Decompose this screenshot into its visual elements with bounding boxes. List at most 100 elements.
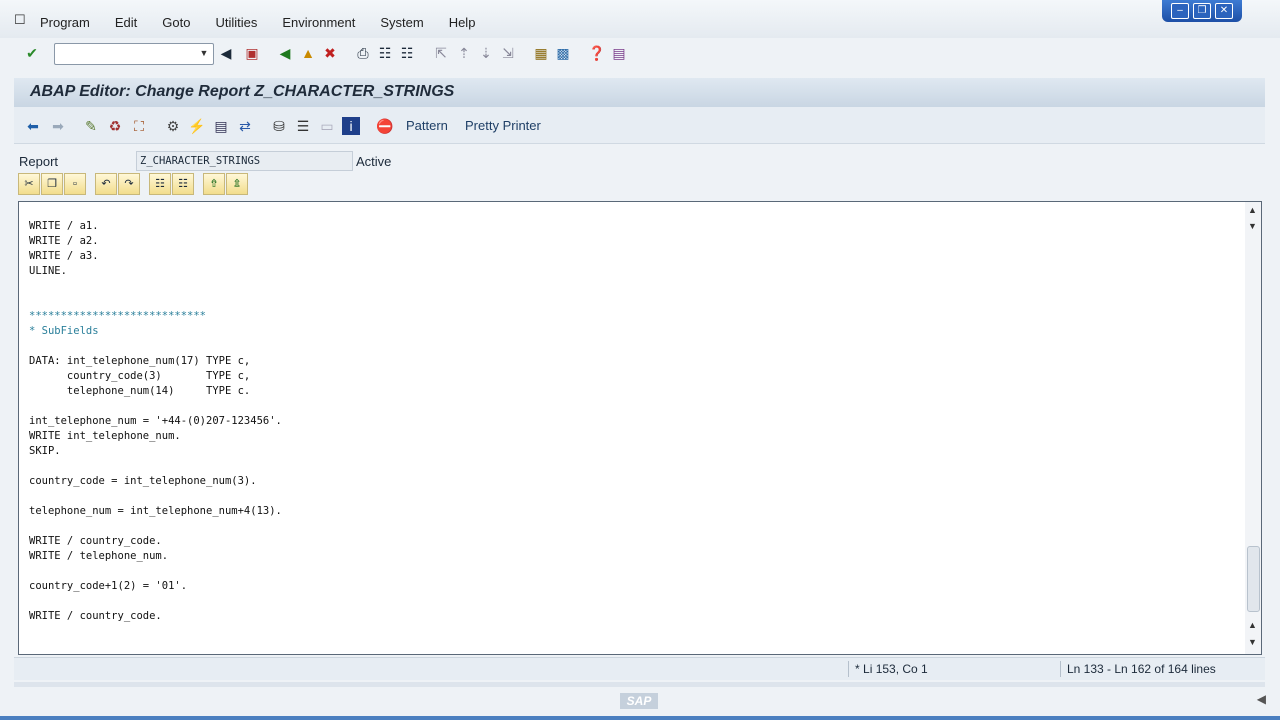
cut-icon[interactable]: ✂ <box>18 173 40 195</box>
find-icon[interactable]: ☷ <box>376 44 394 62</box>
menu-environment[interactable]: Environment <box>282 15 355 30</box>
code-line: country_code = int_telephone_num(3). <box>29 475 257 487</box>
forward-arrow-icon[interactable]: ➡ <box>49 117 67 135</box>
code-line: telephone_num(14) TYPE c. <box>29 385 251 397</box>
copy-icon[interactable]: ❐ <box>41 173 63 195</box>
code-line: int_telephone_num = '+44-(0)207-123456'. <box>29 415 282 427</box>
code-line: WRITE int_telephone_num. <box>29 430 181 442</box>
restore-icon[interactable]: ❐ <box>1193 3 1211 19</box>
redo-icon[interactable]: ↷ <box>118 173 140 195</box>
code-comment-line: * SubFields <box>29 325 99 337</box>
command-field-toggle-icon[interactable]: ◀ <box>217 44 235 62</box>
menu-utilities[interactable]: Utilities <box>215 15 257 30</box>
help-icon[interactable]: ❓ <box>588 44 606 62</box>
undo-icon[interactable]: ↶ <box>95 173 117 195</box>
scroll-up-bottom-icon[interactable]: ▲ <box>1248 620 1257 630</box>
create-session-icon[interactable]: ▦ <box>532 44 550 62</box>
back-arrow-icon[interactable]: ⬅ <box>24 117 42 135</box>
info-icon[interactable]: i <box>342 117 360 135</box>
print-icon[interactable]: ⎙ <box>354 44 372 62</box>
navigation-icon[interactable]: ⇄ <box>236 117 254 135</box>
modified-marker: * <box>855 662 860 676</box>
paste-icon[interactable]: ▫ <box>64 173 86 195</box>
chevron-down-icon[interactable]: ▼ <box>197 46 211 60</box>
menu-goto[interactable]: Goto <box>162 15 190 30</box>
where-used-icon[interactable]: ▤ <box>212 117 230 135</box>
scroll-down-top-icon[interactable]: ▼ <box>1248 221 1257 231</box>
previous-page-icon[interactable]: ⇡ <box>455 44 473 62</box>
first-page-icon[interactable]: ⇱ <box>432 44 450 62</box>
code-comment-line: **************************** <box>29 310 207 322</box>
line-range: Ln 133 - Ln 162 of 164 lines <box>1060 661 1267 677</box>
enter-check-icon[interactable]: ✔ <box>23 44 41 62</box>
find-replace-icon[interactable]: ☷ <box>149 173 171 195</box>
last-page-icon[interactable]: ⇲ <box>499 44 517 62</box>
display-change-icon[interactable]: ✎ <box>82 117 100 135</box>
code-line: WRITE / country_code. <box>29 535 162 547</box>
menu-list: Program Edit Goto Utilities Environment … <box>40 15 500 30</box>
save-icon[interactable]: ▣ <box>243 44 261 62</box>
test-icon[interactable]: ⚡ <box>188 117 206 135</box>
separator <box>14 682 1265 687</box>
code-line: SKIP. <box>29 445 61 457</box>
scroll-up-top-icon[interactable]: ▲ <box>1248 205 1257 215</box>
sap-status-bar: SAP ◀ <box>0 688 1280 720</box>
code-line: ULINE. <box>29 265 67 277</box>
next-page-icon[interactable]: ⇣ <box>477 44 495 62</box>
cursor-position: * Li 153, Co 1 <box>848 661 1067 677</box>
editor-status-bar: * Li 153, Co 1 Ln 133 - Ln 162 of 164 li… <box>14 657 1265 680</box>
menu-edit[interactable]: Edit <box>115 15 137 30</box>
cancel-icon[interactable]: ✖ <box>321 44 339 62</box>
code-editor[interactable]: WRITE / a1. WRITE / a2. WRITE / a3. ULINE. … <box>18 201 1262 655</box>
code-area[interactable]: WRITE / a1. WRITE / a2. WRITE / a3. ULINE. … <box>29 204 282 654</box>
navigation-window-icon[interactable]: ☰ <box>294 117 312 135</box>
status-expand-icon[interactable]: ◀ <box>1257 692 1266 706</box>
create-shortcut-icon[interactable]: ▩ <box>554 44 572 62</box>
cursor-position-text: Li 153, Co 1 <box>863 662 928 676</box>
code-line: WRITE / country_code. <box>29 610 162 622</box>
code-line: country_code+1(2) = '01'. <box>29 580 188 592</box>
find-next-icon[interactable]: ☷ <box>398 44 416 62</box>
activate-icon[interactable]: ⚙ <box>164 117 182 135</box>
window-controls: – ❐ ✕ <box>1162 0 1242 22</box>
page-title: ABAP Editor: Change Report Z_CHARACTER_S… <box>30 83 455 100</box>
command-field[interactable]: ▼ <box>54 43 214 65</box>
check-syntax-icon[interactable]: ⛶ <box>130 117 148 135</box>
layout-menu-icon[interactable]: ▤ <box>610 44 628 62</box>
screen-title-bar: ABAP Editor: Change Report Z_CHARACTER_S… <box>14 78 1265 108</box>
scroll-down-bottom-icon[interactable]: ▼ <box>1248 637 1257 647</box>
sap-logo: SAP <box>620 693 658 709</box>
code-line: telephone_num = int_telephone_num+4(13). <box>29 505 282 517</box>
pattern-button[interactable]: Pattern <box>406 118 448 133</box>
menu-system[interactable]: System <box>380 15 423 30</box>
close-icon[interactable]: ✕ <box>1215 3 1233 19</box>
menu-help[interactable]: Help <box>449 15 476 30</box>
code-line: country_code(3) TYPE c, <box>29 370 251 382</box>
scrollbar-thumb[interactable] <box>1247 546 1260 612</box>
fullscreen-icon[interactable]: ▭ <box>318 117 336 135</box>
download-icon[interactable]: ⇭ <box>226 173 248 195</box>
system-menu-icon[interactable]: ☐ <box>14 12 26 28</box>
report-name-field[interactable]: Z_CHARACTER_STRINGS <box>136 151 353 171</box>
menu-bar: ☐ Program Edit Goto Utilities Environmen… <box>0 0 1280 39</box>
stop-icon[interactable]: ⛔ <box>376 117 394 135</box>
upload-icon[interactable]: ⇮ <box>203 173 225 195</box>
pretty-printer-button[interactable]: Pretty Printer <box>465 118 541 133</box>
active-inactive-icon[interactable]: ♻ <box>106 117 124 135</box>
exit-icon[interactable]: ▲ <box>299 44 317 62</box>
object-list-icon[interactable]: ⛁ <box>270 117 288 135</box>
code-line: WRITE / a1. <box>29 220 99 232</box>
code-line: WRITE / a2. <box>29 235 99 247</box>
code-line: DATA: int_telephone_num(17) TYPE c, <box>29 355 251 367</box>
menu-program[interactable]: Program <box>40 15 90 30</box>
minimize-icon[interactable]: – <box>1171 3 1189 19</box>
find-next-editor-icon[interactable]: ☷ <box>172 173 194 195</box>
back-icon[interactable]: ◀ <box>276 44 294 62</box>
vertical-scrollbar[interactable]: ▲ ▼ ▲ ▼ <box>1245 202 1261 654</box>
